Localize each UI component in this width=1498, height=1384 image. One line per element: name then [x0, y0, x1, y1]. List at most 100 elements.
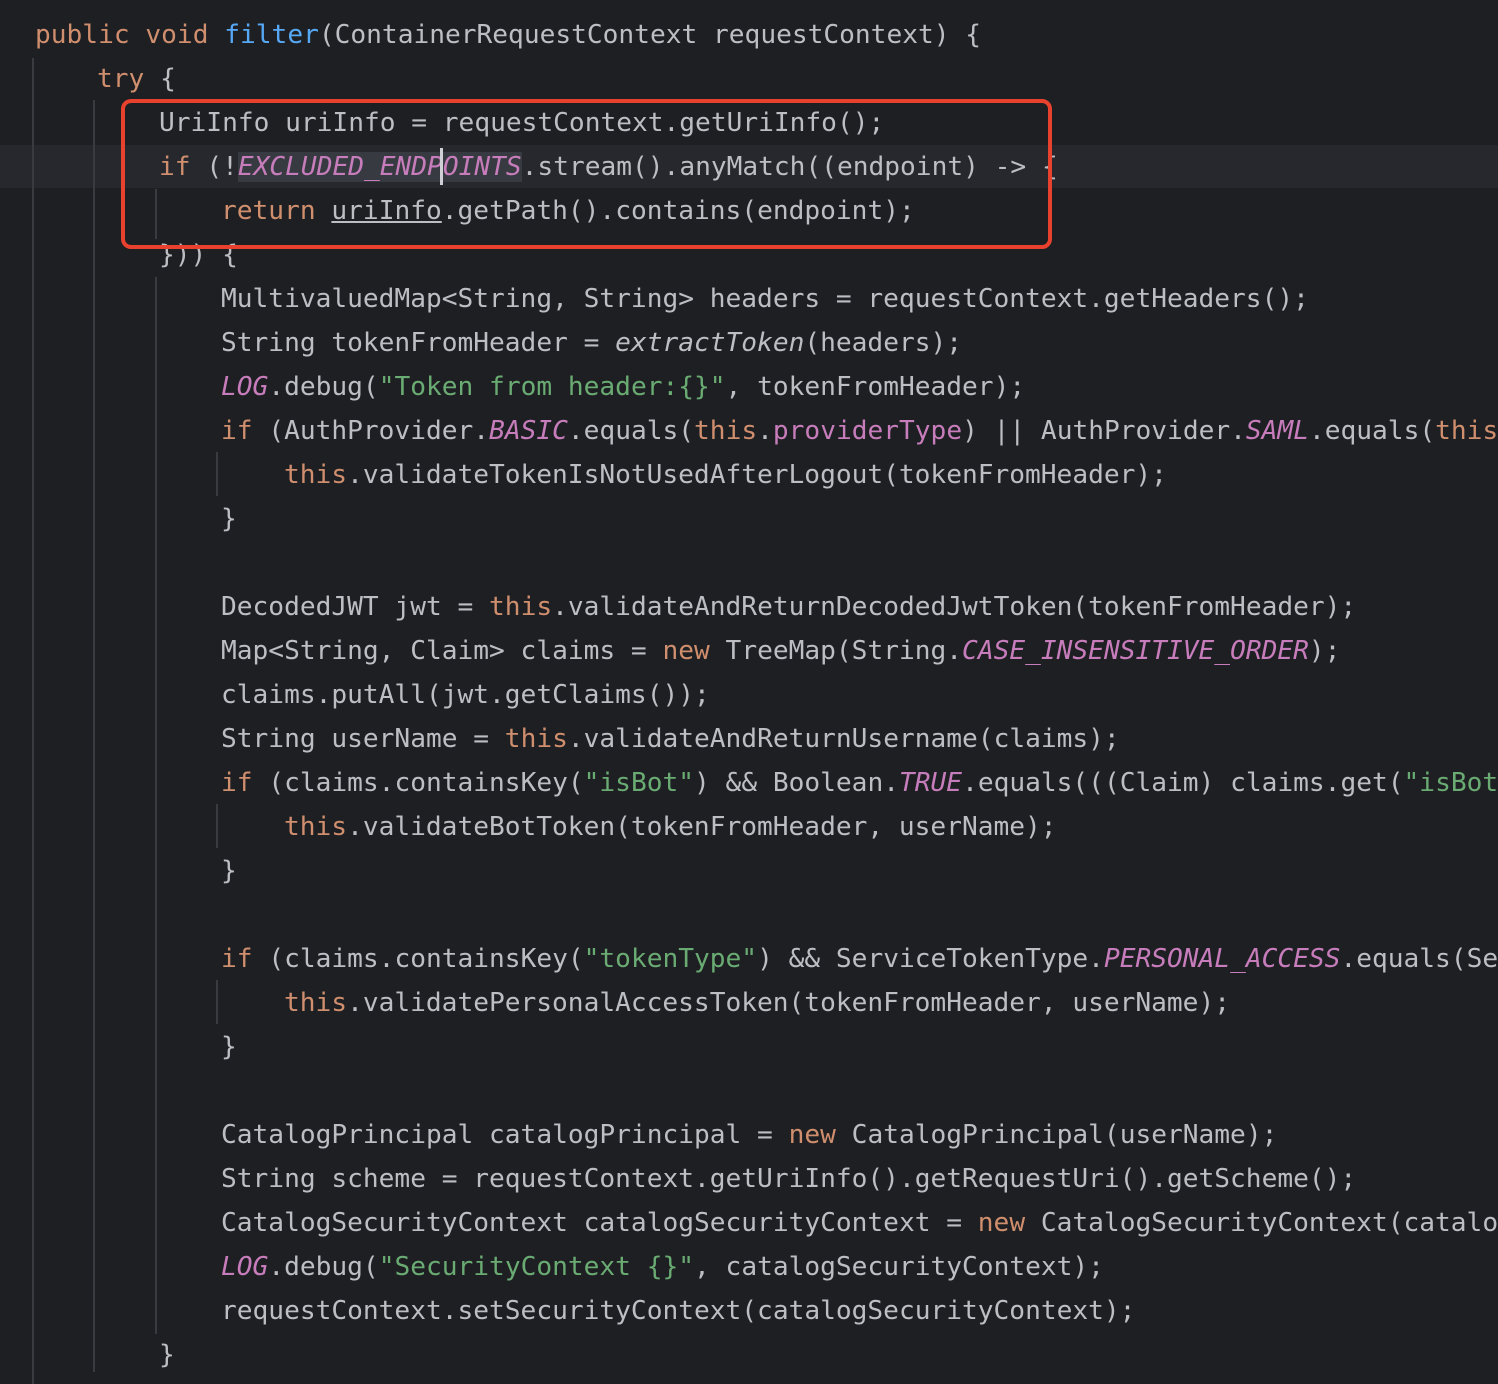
- code-token: (claims.containsKey(: [252, 944, 584, 974]
- code-token: }: [221, 504, 237, 534]
- keyword-token: try: [97, 64, 145, 94]
- method-name-token: filter: [224, 20, 319, 50]
- keyword-token: public: [35, 20, 130, 50]
- keyword-token: void: [145, 20, 209, 50]
- keyword-token: new: [977, 1208, 1026, 1238]
- code-token: .equals(: [567, 416, 695, 446]
- code-token: , tokenFromHeader);: [725, 372, 1026, 402]
- code-token: (ContainerRequestContext requestContext)…: [318, 20, 982, 50]
- code-token: .debug(: [268, 372, 379, 402]
- code-token: requestContext.setSecurityContext(catalo…: [221, 1296, 1136, 1326]
- code-token: String tokenFromHeader =: [221, 328, 616, 358]
- code-token: MultivaluedMap<String, String> headers =…: [221, 284, 1309, 314]
- code-line[interactable]: claims.putAll(jwt.getClaims());: [0, 673, 1498, 717]
- code-token: .validatePersonalAccessToken(tokenFromHe…: [347, 988, 1230, 1018]
- keyword-token: this: [284, 460, 348, 490]
- keyword-token: this: [489, 592, 553, 622]
- code-line[interactable]: if (claims.containsKey("isBot") && Boole…: [0, 761, 1498, 805]
- code-token: DecodedJWT jwt =: [221, 592, 490, 622]
- keyword-token: if: [221, 944, 253, 974]
- code-line[interactable]: try {: [0, 57, 1498, 101]
- static-field-token: CASE_INSENSITIVE_ORDER: [962, 636, 1309, 666]
- keyword-token: if: [221, 416, 253, 446]
- code-token: .debug(: [268, 1252, 379, 1282]
- code-token: Map<String, Claim> claims =: [221, 636, 663, 666]
- keyword-token: new: [662, 636, 710, 666]
- code-token: (AuthProvider.: [252, 416, 490, 446]
- code-line[interactable]: LOG.debug("SecurityContext {}", catalogS…: [0, 1245, 1498, 1289]
- keyword-token: this: [284, 988, 348, 1018]
- keyword-token: if: [221, 768, 253, 798]
- string-literal-token: "tokenType": [583, 944, 758, 974]
- code-line[interactable]: CatalogPrincipal catalogPrincipal = new …: [0, 1113, 1498, 1157]
- code-token: .validateAndReturnDecodedJwtToken(tokenF…: [552, 592, 1357, 622]
- code-token: {: [144, 64, 176, 94]
- keyword-token: this: [284, 812, 348, 842]
- code-line[interactable]: this.validatePersonalAccessToken(tokenFr…: [0, 981, 1498, 1025]
- code-line[interactable]: CatalogSecurityContext catalogSecurityCo…: [0, 1201, 1498, 1245]
- code-line[interactable]: this.validateBotToken(tokenFromHeader, u…: [0, 805, 1498, 849]
- keyword-token: new: [788, 1120, 836, 1150]
- code-token: CatalogPrincipal catalogPrincipal =: [221, 1120, 789, 1150]
- code-token: CatalogSecurityContext catalogSecurityCo…: [221, 1208, 978, 1238]
- static-field-token: TRUE: [898, 768, 963, 798]
- code-token: claims.putAll(jwt.getClaims());: [221, 680, 710, 710]
- code-line[interactable]: }: [0, 497, 1498, 541]
- field-token: providerType: [772, 416, 963, 446]
- keyword-token: this: [694, 416, 758, 446]
- code-token: String scheme = requestContext.getUriInf…: [221, 1164, 1357, 1194]
- string-literal-token: "isBot": [1403, 768, 1498, 798]
- static-field-token: BASIC: [489, 416, 568, 446]
- code-token: , catalogSecurityContext);: [694, 1252, 1104, 1282]
- code-token: (headers);: [804, 328, 963, 358]
- code-line[interactable]: DecodedJWT jwt = this.validateAndReturnD…: [0, 585, 1498, 629]
- keyword-token: this: [504, 724, 568, 754]
- code-token: ) || AuthProvider.: [962, 416, 1246, 446]
- code-line[interactable]: String tokenFromHeader = extractToken(he…: [0, 321, 1498, 365]
- keyword-token: this: [1435, 416, 1498, 446]
- code-line[interactable]: String userName = this.validateAndReturn…: [0, 717, 1498, 761]
- code-token: ) && Boolean.: [694, 768, 899, 798]
- static-field-token: PERSONAL_ACCESS: [1103, 944, 1341, 974]
- static-field-token: SAML: [1245, 416, 1309, 446]
- code-token: .equals(Ser: [1340, 944, 1498, 974]
- code-token: .equals(((Claim) claims.get(: [962, 768, 1404, 798]
- code-token: }: [221, 1032, 237, 1062]
- code-token: }: [159, 1340, 175, 1370]
- code-token: .: [757, 416, 773, 446]
- code-token: CatalogSecurityContext(catalog: [1025, 1208, 1498, 1238]
- string-literal-token: "Token from header:{}": [378, 372, 726, 402]
- code-line[interactable]: String scheme = requestContext.getUriInf…: [0, 1157, 1498, 1201]
- static-field-token: LOG: [221, 372, 269, 402]
- code-token: CatalogPrincipal(userName);: [835, 1120, 1278, 1150]
- code-token: );: [1308, 636, 1341, 666]
- static-method-token: extractToken: [615, 328, 805, 358]
- string-literal-token: "isBot": [583, 768, 695, 798]
- code-line[interactable]: LOG.debug("Token from header:{}", tokenF…: [0, 365, 1498, 409]
- code-line[interactable]: }: [0, 849, 1498, 893]
- code-line[interactable]: this.validateTokenIsNotUsedAfterLogout(t…: [0, 453, 1498, 497]
- code-line[interactable]: public void filter(ContainerRequestConte…: [0, 13, 1498, 57]
- code-line[interactable]: Map<String, Claim> claims = new TreeMap(…: [0, 629, 1498, 673]
- code-token: .validateAndReturnUsername(claims);: [567, 724, 1120, 754]
- code-token: ) && ServiceTokenType.: [757, 944, 1104, 974]
- code-token: }: [221, 856, 237, 886]
- code-line[interactable]: }: [0, 1025, 1498, 1069]
- code-line[interactable]: if (claims.containsKey("tokenType") && S…: [0, 937, 1498, 981]
- code-line[interactable]: if (AuthProvider.BASIC.equals(this.provi…: [0, 409, 1498, 453]
- highlight-annotation-box: [121, 99, 1052, 249]
- code-line[interactable]: }: [0, 1333, 1498, 1377]
- code-token: .validateTokenIsNotUsedAfterLogout(token…: [347, 460, 1167, 490]
- string-literal-token: "SecurityContext {}": [378, 1252, 695, 1282]
- code-line[interactable]: requestContext.setSecurityContext(catalo…: [0, 1289, 1498, 1333]
- code-token: .equals(: [1308, 416, 1436, 446]
- code-editor[interactable]: public void filter(ContainerRequestConte…: [0, 0, 1498, 1384]
- code-token: String userName =: [221, 724, 505, 754]
- code-line[interactable]: MultivaluedMap<String, String> headers =…: [0, 277, 1498, 321]
- code-token: (claims.containsKey(: [252, 768, 584, 798]
- code-token: TreeMap(String.: [709, 636, 963, 666]
- static-field-token: LOG: [221, 1252, 269, 1282]
- code-token: .validateBotToken(tokenFromHeader, userN…: [347, 812, 1057, 842]
